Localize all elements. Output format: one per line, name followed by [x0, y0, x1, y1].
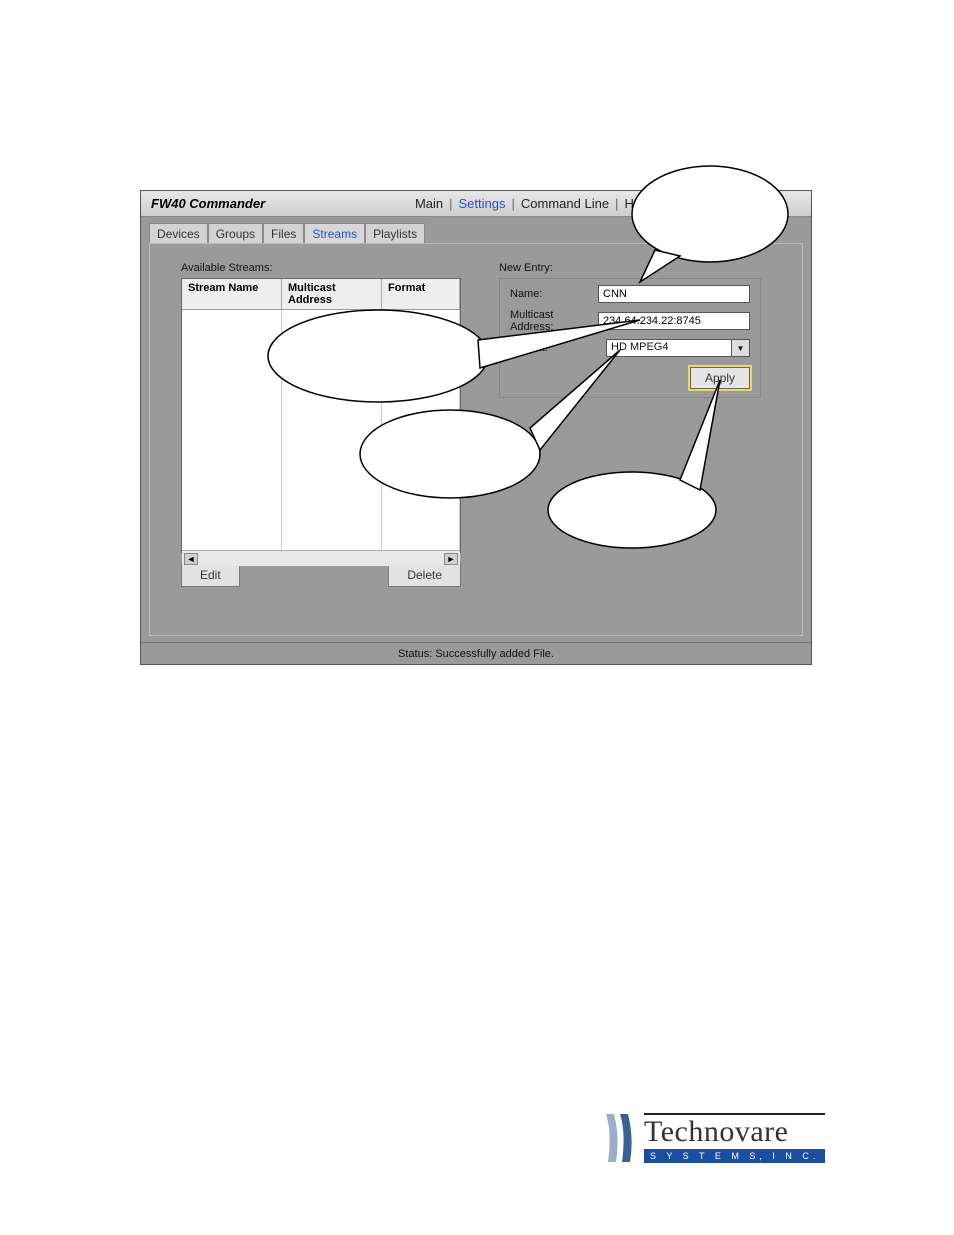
menu-separator: |	[512, 196, 515, 211]
menu-separator: |	[615, 196, 618, 211]
multicast-address-label: Multicast Address:	[510, 309, 598, 333]
status-text: Successfully added File.	[435, 648, 554, 660]
scroll-left-icon[interactable]: ◄	[184, 553, 198, 565]
name-label: Name:	[510, 288, 598, 300]
tab-files[interactable]: Files	[263, 223, 304, 244]
menu-main[interactable]: Main	[415, 196, 443, 211]
apply-button[interactable]: Apply	[690, 367, 750, 389]
logo-company-name: Technovare	[644, 1113, 825, 1149]
table-header: Stream Name Multicast Address Format	[182, 279, 460, 310]
main-menu: Main | Settings | Command Line | Help	[265, 196, 801, 211]
menu-settings[interactable]: Settings	[459, 196, 506, 211]
logo-tagline: S Y S T E M S, I N C.	[644, 1149, 825, 1163]
multicast-address-input[interactable]	[598, 312, 750, 330]
app-title: FW40 Commander	[151, 196, 265, 211]
format-label: Format:	[510, 342, 606, 354]
streams-table[interactable]: Stream Name Multicast Address Format ◄ ►	[181, 278, 461, 553]
app-window: FW40 Commander Main | Settings | Command…	[140, 190, 812, 665]
status-label: Status:	[398, 648, 432, 660]
content-area: Available Streams: Stream Name Multicast…	[141, 244, 811, 597]
logo-mark-icon	[596, 1112, 640, 1164]
new-entry-form: Name: Multicast Address: Format: HD MPEG…	[499, 278, 761, 398]
status-bar: Status: Successfully added File.	[141, 642, 811, 664]
chevron-down-icon[interactable]: ▼	[732, 339, 750, 357]
streams-panel: Available Streams: Stream Name Multicast…	[181, 262, 471, 587]
table-buttons: Edit Delete	[181, 563, 461, 587]
col-stream-name[interactable]: Stream Name	[182, 279, 282, 309]
name-input[interactable]	[598, 285, 750, 303]
tab-bar: Devices Groups Files Streams Playlists	[141, 217, 811, 244]
menu-command-line[interactable]: Command Line	[521, 196, 609, 211]
col-format[interactable]: Format	[382, 279, 460, 309]
titlebar: FW40 Commander Main | Settings | Command…	[141, 191, 811, 217]
company-logo: Technovare S Y S T E M S, I N C.	[596, 1108, 886, 1168]
menu-separator: |	[449, 196, 452, 211]
delete-button[interactable]: Delete	[388, 563, 461, 587]
new-entry-label: New Entry:	[499, 262, 761, 274]
tab-streams[interactable]: Streams	[304, 223, 365, 244]
col-multicast-address[interactable]: Multicast Address	[282, 279, 382, 309]
scroll-right-icon[interactable]: ►	[444, 553, 458, 565]
available-streams-label: Available Streams:	[181, 262, 471, 274]
format-select[interactable]: HD MPEG4	[606, 339, 732, 357]
table-body[interactable]	[182, 310, 460, 550]
horizontal-scrollbar[interactable]: ◄ ►	[182, 550, 460, 566]
tab-devices[interactable]: Devices	[149, 223, 208, 244]
tab-playlists[interactable]: Playlists	[365, 223, 425, 244]
menu-help[interactable]: Help	[624, 196, 651, 211]
tab-groups[interactable]: Groups	[208, 223, 263, 244]
edit-button[interactable]: Edit	[181, 563, 240, 587]
